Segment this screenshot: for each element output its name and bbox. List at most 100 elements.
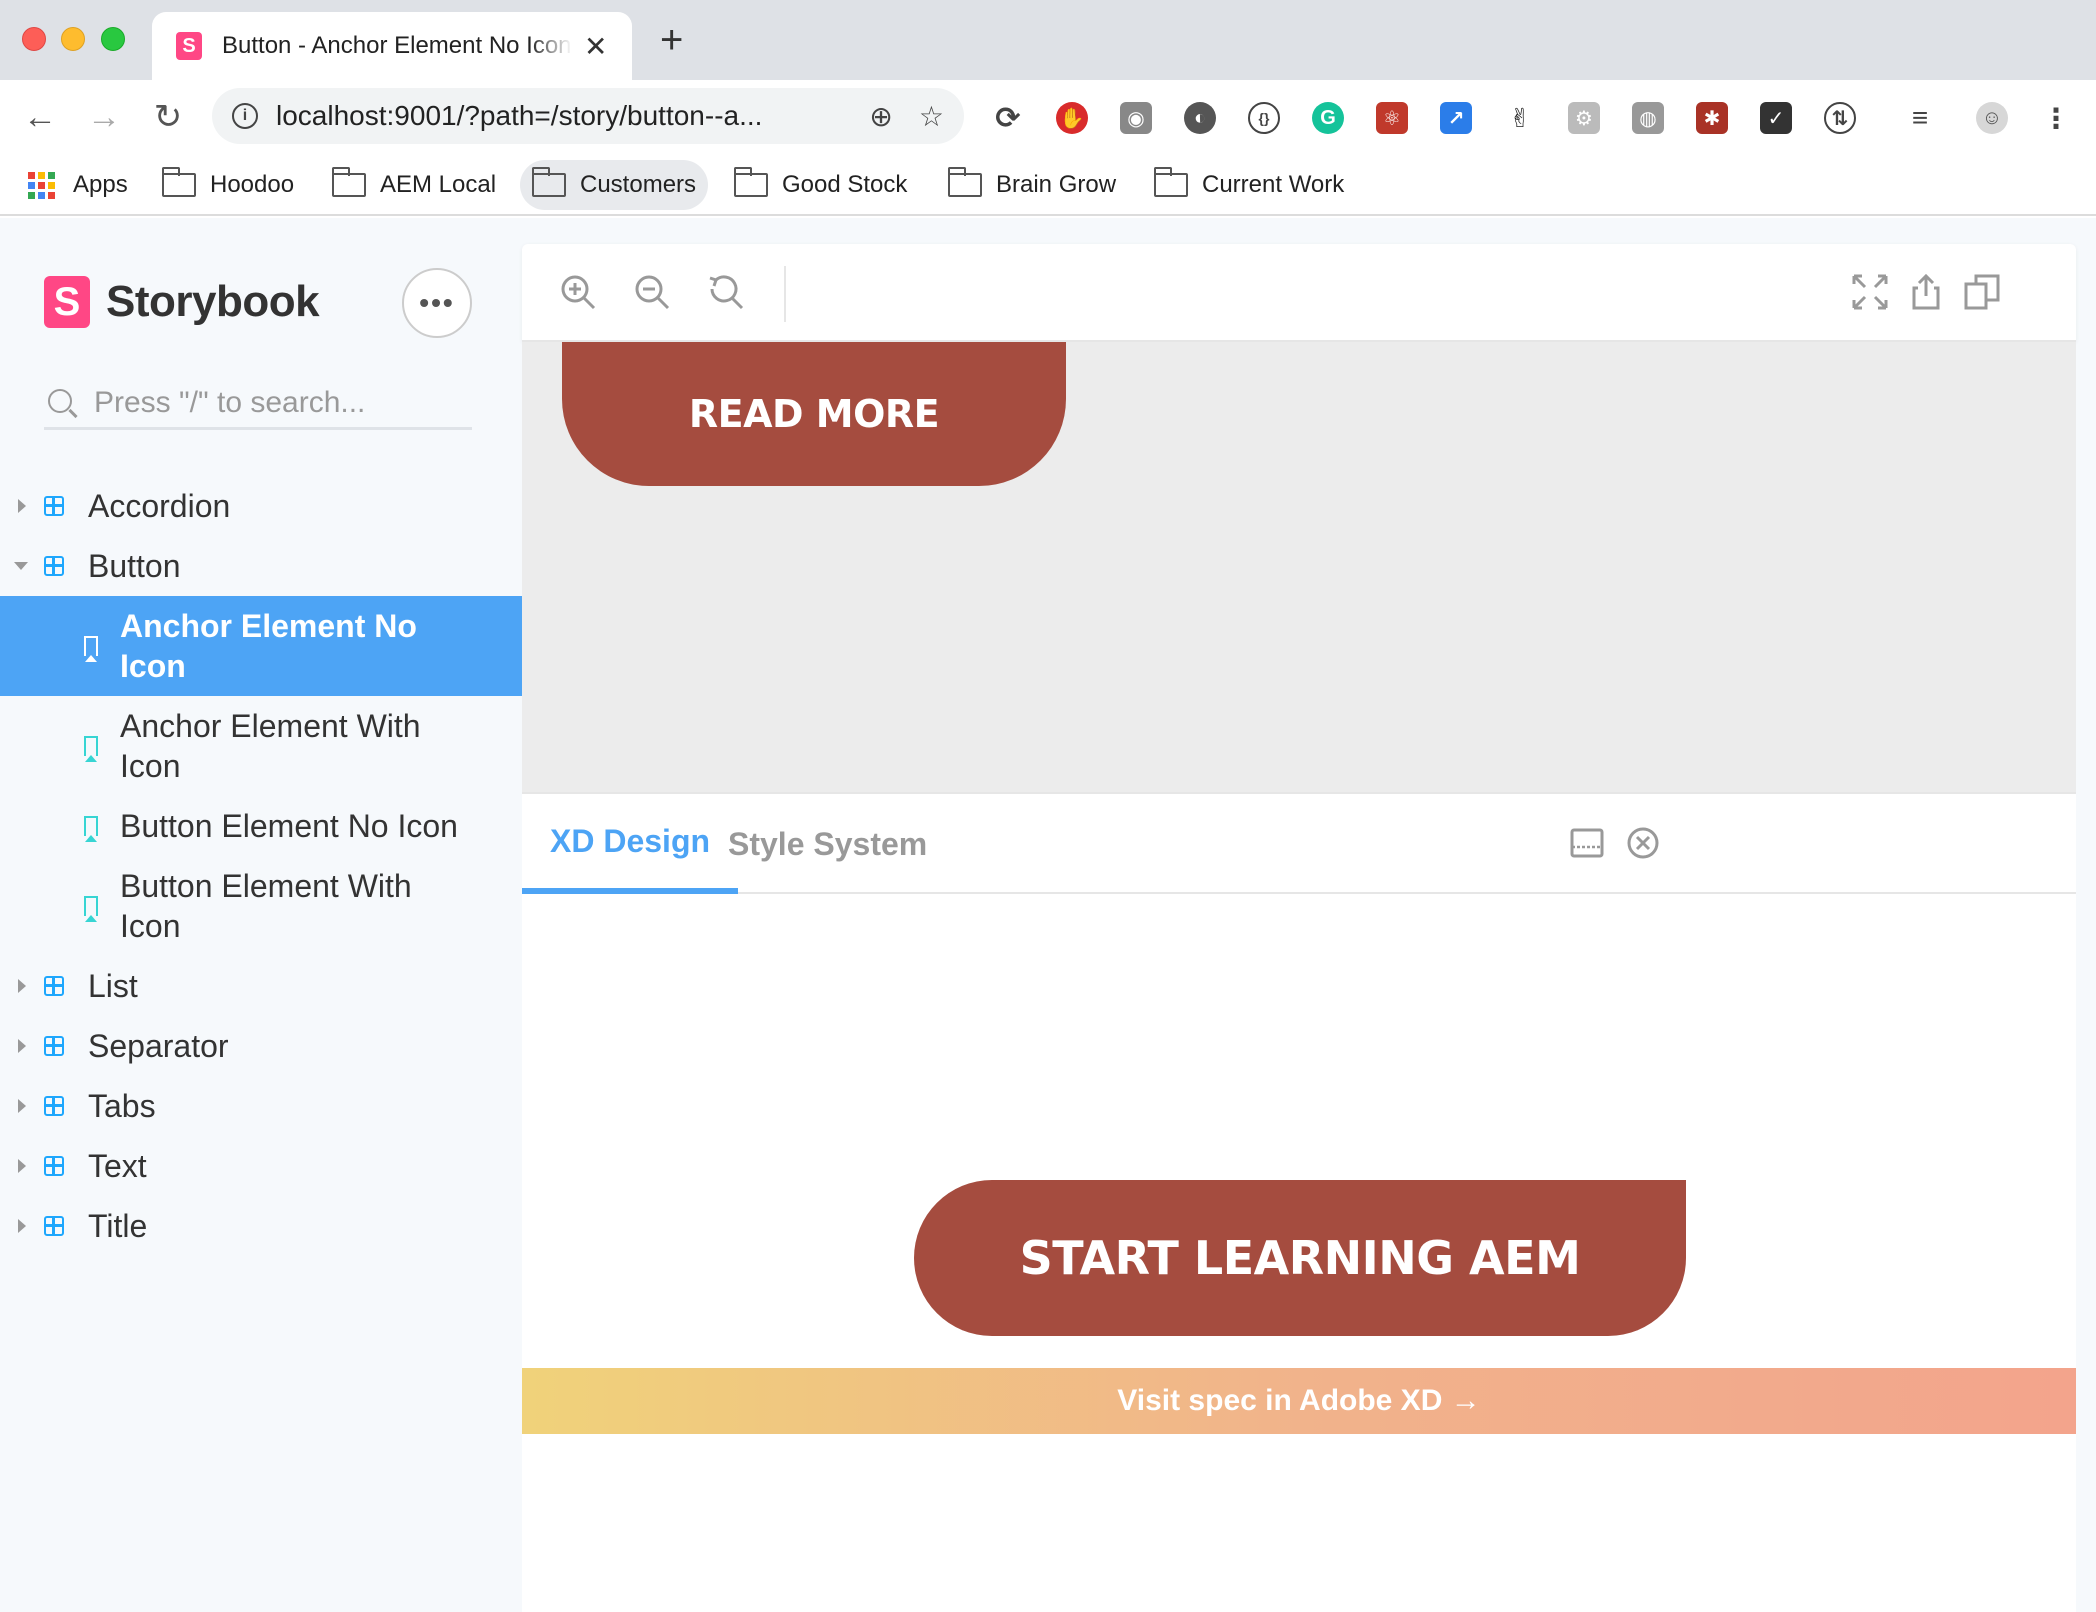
bookmark-label: AEM Local bbox=[380, 171, 497, 198]
tree-item-button[interactable]: Button bbox=[0, 536, 522, 596]
browser-toolbar: ← → ↻ i localhost:9001/?path=/story/butt… bbox=[0, 80, 2096, 154]
bookmark-label: Apps bbox=[73, 171, 128, 198]
share-icon[interactable] bbox=[1906, 272, 1946, 312]
search-input[interactable] bbox=[94, 385, 454, 420]
story-button-element-with-icon[interactable]: Button Element With Icon bbox=[0, 856, 522, 956]
dark-mode-extension-icon[interactable]: ◐ bbox=[1184, 102, 1216, 134]
tab-style-system[interactable]: Style System bbox=[728, 794, 927, 894]
tree-item-title[interactable]: Title bbox=[0, 1196, 522, 1256]
story-label: Button Element No Icon bbox=[120, 808, 458, 844]
checkbox-extension-icon[interactable]: ✓ bbox=[1760, 102, 1792, 134]
storybook-sidebar: S Storybook ••• Accordion Button Anchor … bbox=[0, 218, 522, 1612]
tab-title: Button - Anchor Element No Icon bbox=[222, 32, 572, 59]
bookmark-hoodoo[interactable]: Hoodoo bbox=[150, 160, 306, 210]
storybook-brand-name: Storybook bbox=[106, 277, 320, 326]
visit-spec-link[interactable]: Visit spec in Adobe XD → bbox=[522, 1368, 2076, 1434]
hand-extension-icon[interactable]: ✌ bbox=[1504, 102, 1536, 134]
story-button-element-no-icon[interactable]: Button Element No Icon bbox=[0, 796, 522, 856]
address-bar[interactable]: i localhost:9001/?path=/story/button--a.… bbox=[212, 88, 964, 144]
adblock-extension-icon[interactable]: ✋ bbox=[1056, 102, 1088, 134]
story-preview-canvas: READ MORE bbox=[522, 342, 2076, 792]
bookmark-aem-local[interactable]: AEM Local bbox=[320, 160, 508, 210]
component-icon bbox=[44, 1156, 64, 1176]
component-icon bbox=[44, 1096, 64, 1116]
bug-extension-icon[interactable]: ✱ bbox=[1696, 102, 1728, 134]
preview-toolbar bbox=[522, 244, 2076, 342]
zoom-reset-icon[interactable] bbox=[706, 272, 746, 312]
bookmark-label: Good Stock bbox=[782, 171, 908, 198]
fullscreen-icon[interactable] bbox=[1850, 272, 1890, 312]
browser-tab-strip: S Button - Anchor Element No Icon ✕ + bbox=[0, 0, 2096, 80]
story-tree: Accordion Button Anchor Element No Icon … bbox=[0, 476, 522, 1256]
read-more-button[interactable]: READ MORE bbox=[562, 342, 1066, 486]
bookmark-label: Customers bbox=[580, 171, 697, 198]
story-label: Anchor Element With Icon bbox=[120, 708, 421, 784]
bookmark-star-icon[interactable]: ☆ bbox=[919, 100, 944, 133]
bookmark-apps[interactable]: Apps bbox=[16, 160, 140, 210]
zoom-in-icon[interactable] bbox=[558, 272, 598, 312]
window-zoom-button[interactable] bbox=[101, 27, 125, 51]
close-panel-icon[interactable] bbox=[1626, 826, 1660, 860]
folder-icon bbox=[947, 167, 982, 197]
tree-item-accordion[interactable]: Accordion bbox=[0, 476, 522, 536]
caret-right-icon bbox=[18, 1039, 26, 1053]
reload-icon[interactable]: ↻ bbox=[148, 98, 188, 138]
copy-link-icon[interactable] bbox=[1962, 272, 2002, 312]
window-close-button[interactable] bbox=[22, 27, 46, 51]
window-minimize-button[interactable] bbox=[61, 27, 85, 51]
storybook-favicon-icon: S bbox=[176, 32, 202, 60]
tree-item-list[interactable]: List bbox=[0, 956, 522, 1016]
story-label: Anchor Element No Icon bbox=[120, 608, 417, 684]
toggle-extension-icon[interactable]: ◍ bbox=[1632, 102, 1664, 134]
browser-tab-active[interactable]: S Button - Anchor Element No Icon ✕ bbox=[152, 12, 632, 80]
json-extension-icon[interactable]: {} bbox=[1248, 102, 1280, 134]
resize-extension-icon[interactable]: ↗ bbox=[1440, 102, 1472, 134]
zoom-icon[interactable]: ⊕ bbox=[869, 100, 892, 133]
bookmark-label: Brain Grow bbox=[996, 171, 1117, 198]
tree-item-separator[interactable]: Separator bbox=[0, 1016, 522, 1076]
react-extension-icon[interactable]: ⚛ bbox=[1376, 102, 1408, 134]
toolbar-divider bbox=[784, 266, 786, 322]
settings-extension-icon[interactable]: ⚙ bbox=[1568, 102, 1600, 134]
bookmark-icon bbox=[84, 816, 98, 842]
storybook-main: READ MORE XD Design Style System START L… bbox=[522, 218, 2096, 1612]
tab-close-icon[interactable]: ✕ bbox=[584, 30, 607, 63]
component-icon bbox=[44, 1216, 64, 1236]
profile-avatar[interactable]: ☺ bbox=[1976, 102, 2008, 134]
component-icon bbox=[44, 1036, 64, 1056]
back-arrow-icon[interactable]: ← bbox=[20, 98, 60, 138]
start-learning-aem-button[interactable]: START LEARNING AEM bbox=[914, 1180, 1686, 1336]
bookmarks-bar: Apps Hoodoo AEM Local Customers Good Sto… bbox=[0, 154, 2096, 216]
url-text[interactable]: localhost:9001/?path=/story/button--a... bbox=[276, 100, 843, 132]
chrome-menu-icon[interactable]: ⋮ bbox=[2040, 102, 2072, 134]
folder-icon bbox=[331, 167, 366, 197]
story-anchor-element-no-icon[interactable]: Anchor Element No Icon bbox=[0, 596, 522, 696]
component-icon bbox=[44, 556, 64, 576]
caret-right-icon bbox=[18, 499, 26, 513]
tree-item-tabs[interactable]: Tabs bbox=[0, 1076, 522, 1136]
forward-arrow-icon[interactable]: → bbox=[84, 98, 124, 138]
tree-item-label: List bbox=[88, 967, 138, 1004]
new-tab-button[interactable]: + bbox=[660, 20, 683, 60]
media-control-icon[interactable]: ≡ bbox=[1904, 102, 1936, 134]
sync-extension-icon[interactable]: ⟳ bbox=[992, 102, 1024, 135]
camera-extension-icon[interactable]: ◉ bbox=[1120, 102, 1152, 134]
sidebar-menu-button[interactable]: ••• bbox=[402, 268, 472, 338]
tab-xd-design[interactable]: XD Design bbox=[522, 794, 739, 894]
panel-orientation-icon[interactable] bbox=[1570, 828, 1604, 858]
zoom-out-icon[interactable] bbox=[632, 272, 672, 312]
tree-item-text[interactable]: Text bbox=[0, 1136, 522, 1196]
bookmark-good-stock[interactable]: Good Stock bbox=[722, 160, 919, 210]
arrows-extension-icon[interactable]: ⇅ bbox=[1824, 102, 1856, 134]
bookmark-brain-grow[interactable]: Brain Grow bbox=[936, 160, 1128, 210]
tree-item-label: Accordion bbox=[88, 487, 231, 524]
search-icon bbox=[48, 388, 72, 413]
grammarly-extension-icon[interactable]: G bbox=[1312, 102, 1344, 134]
sidebar-search bbox=[44, 378, 472, 430]
bookmark-current-work[interactable]: Current Work bbox=[1142, 160, 1356, 210]
site-info-icon[interactable]: i bbox=[232, 103, 258, 129]
story-label: Button Element With Icon bbox=[120, 868, 412, 944]
storybook-logo[interactable]: S Storybook bbox=[44, 276, 320, 328]
bookmark-customers[interactable]: Customers bbox=[520, 160, 709, 210]
story-anchor-element-with-icon[interactable]: Anchor Element With Icon bbox=[0, 696, 522, 796]
